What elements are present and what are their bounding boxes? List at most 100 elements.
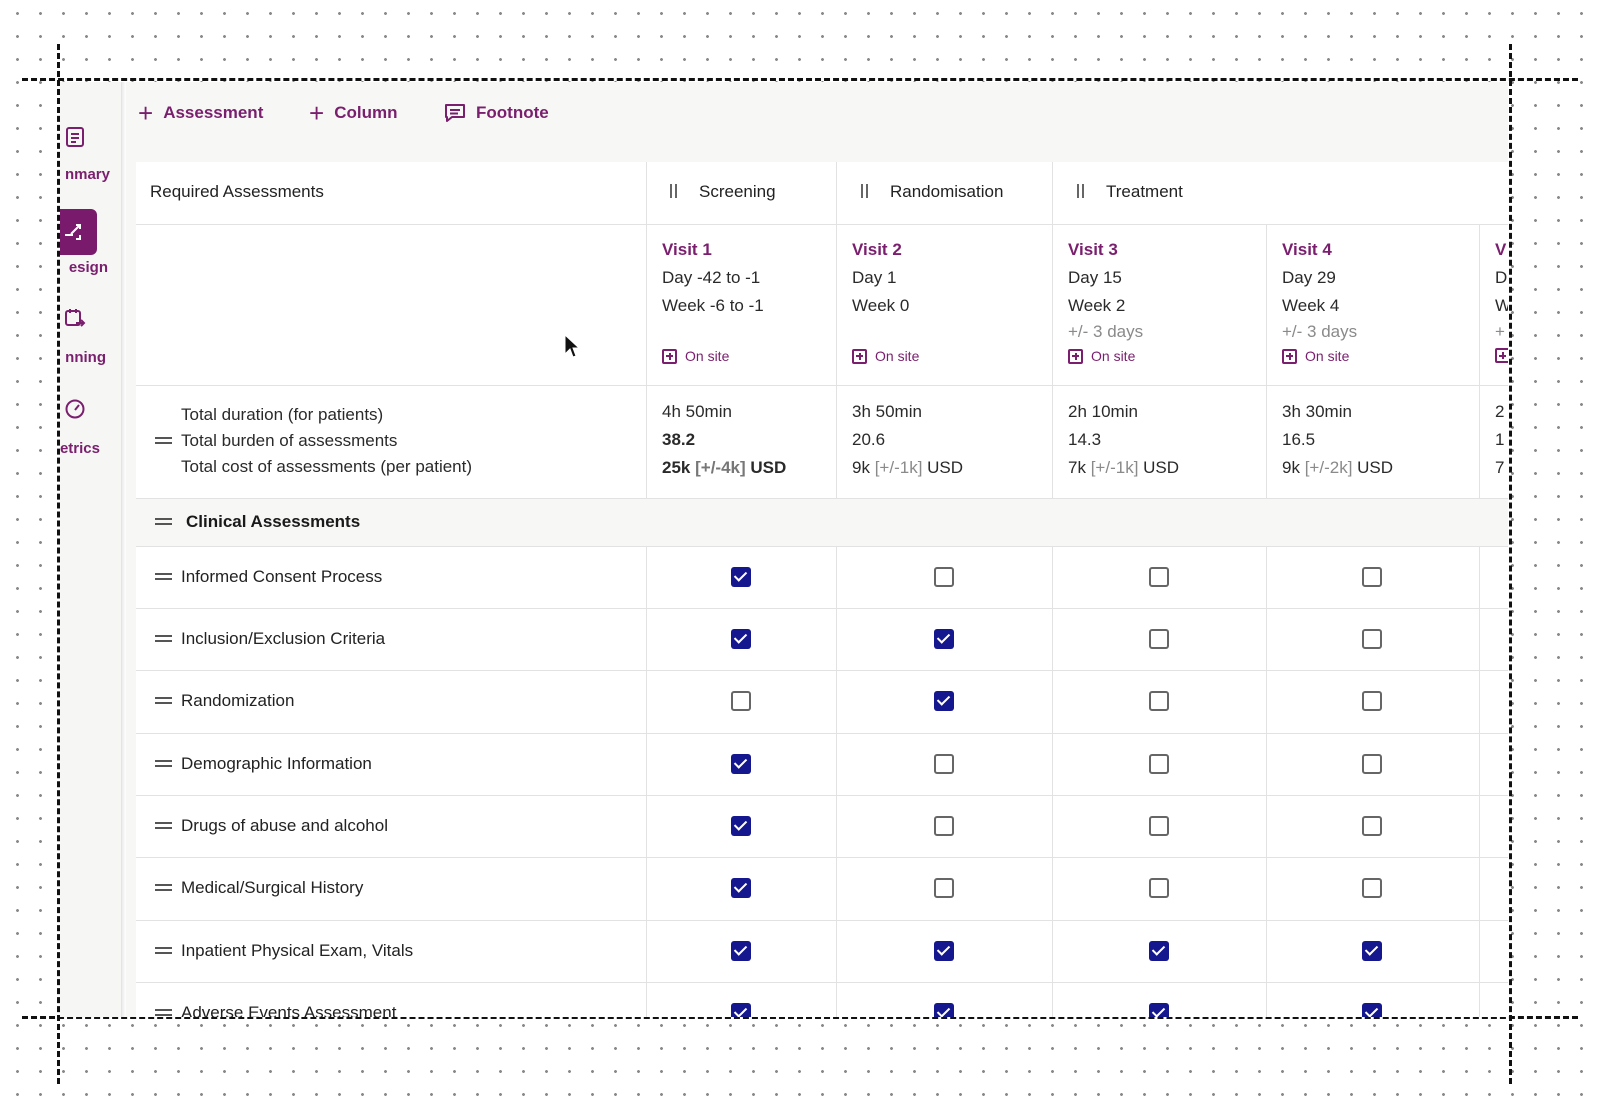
visit-header-1[interactable]: Visit 1 Day -42 to -1 Week -6 to -1 On s… xyxy=(662,236,764,364)
nav-item-planning-label: nning xyxy=(65,349,106,366)
frame-right-edge xyxy=(1509,44,1512,1084)
divider xyxy=(646,162,647,498)
visit-week: W xyxy=(1495,296,1508,315)
divider xyxy=(136,385,1508,386)
checkbox-checked[interactable] xyxy=(731,816,751,836)
visit-location[interactable]: On site xyxy=(1282,348,1357,364)
app-viewport: nmary esign nning etrics + Assessment + … xyxy=(60,82,1508,1017)
checkbox-checked[interactable] xyxy=(731,1003,751,1017)
checkbox-checked[interactable] xyxy=(731,629,751,649)
divider xyxy=(836,546,837,1017)
visit-location[interactable]: On site xyxy=(1068,348,1143,364)
checkbox-checked[interactable] xyxy=(731,567,751,587)
total-cost: 7 xyxy=(1495,458,1505,477)
checkbox-checked[interactable] xyxy=(1149,941,1169,961)
checkbox-unchecked[interactable] xyxy=(1362,567,1382,587)
drag-handle-icon[interactable] xyxy=(155,518,172,525)
checkbox-unchecked[interactable] xyxy=(934,816,954,836)
add-assessment-button[interactable]: + Assessment xyxy=(138,100,263,126)
checkbox-unchecked[interactable] xyxy=(934,754,954,774)
plus-square-icon xyxy=(1068,348,1083,364)
drag-handle-icon[interactable] xyxy=(155,947,172,954)
total-burden: 14.3 xyxy=(1068,430,1102,449)
checkbox-unchecked[interactable] xyxy=(731,691,751,711)
divider xyxy=(136,982,1508,983)
checkbox-unchecked[interactable] xyxy=(1149,691,1169,711)
visit-tolerance xyxy=(852,320,919,344)
checkbox-unchecked[interactable] xyxy=(934,878,954,898)
visit-week: Week 2 xyxy=(1068,296,1126,315)
visit-header-3[interactable]: Visit 3 Day 15 Week 2 +/- 3 days On site xyxy=(1068,236,1143,364)
section-clinical-assessments: Clinical Assessments xyxy=(186,512,361,531)
divider xyxy=(136,546,1508,547)
checkbox-unchecked[interactable] xyxy=(1149,754,1169,774)
checkbox-checked[interactable] xyxy=(934,629,954,649)
checkbox-checked[interactable] xyxy=(934,941,954,961)
visit-location[interactable]: On site xyxy=(662,348,764,364)
phase-header-randomisation[interactable]: Randomisation xyxy=(861,182,1003,202)
assessment-label: Inpatient Physical Exam, Vitals xyxy=(181,941,414,960)
checkbox-unchecked[interactable] xyxy=(934,567,954,587)
assessment-label: Medical/Surgical History xyxy=(181,878,364,897)
add-footnote-button[interactable]: Footnote xyxy=(444,100,549,126)
divider xyxy=(646,546,647,1017)
checkbox-checked[interactable] xyxy=(1362,1003,1382,1017)
divider xyxy=(136,608,1508,609)
checkbox-checked[interactable] xyxy=(731,941,751,961)
visit-header-2[interactable]: Visit 2 Day 1 Week 0 On site xyxy=(852,236,919,364)
add-footnote-label: Footnote xyxy=(476,103,549,122)
checkbox-unchecked[interactable] xyxy=(1362,754,1382,774)
checkbox-unchecked[interactable] xyxy=(1149,629,1169,649)
drag-handle-icon[interactable] xyxy=(155,573,172,580)
drag-handle-icon[interactable] xyxy=(861,184,868,198)
total-duration: 3h 50min xyxy=(852,402,922,421)
mouse-cursor-icon xyxy=(564,334,580,358)
visit-tolerance: +/- 3 days xyxy=(1068,322,1144,341)
assessment-label: Adverse Events Assessment xyxy=(181,1003,397,1017)
drag-handle-icon[interactable] xyxy=(155,822,172,829)
checkbox-checked[interactable] xyxy=(934,691,954,711)
checkbox-checked[interactable] xyxy=(731,754,751,774)
drag-handle-icon[interactable] xyxy=(155,760,172,767)
checkbox-checked[interactable] xyxy=(731,878,751,898)
visit-title: Visit 4 xyxy=(1282,240,1332,259)
checkbox-unchecked[interactable] xyxy=(1149,816,1169,836)
add-assessment-label: Assessment xyxy=(163,103,264,122)
visit-header-5[interactable]: V D W + xyxy=(1495,236,1508,363)
drag-handle-icon[interactable] xyxy=(155,884,172,891)
add-column-button[interactable]: + Column xyxy=(309,100,397,126)
visit-location-label: On site xyxy=(875,348,920,364)
visit-tolerance xyxy=(662,320,764,344)
drag-handle-icon[interactable] xyxy=(155,437,172,444)
divider xyxy=(836,162,837,498)
checkbox-checked[interactable] xyxy=(1362,941,1382,961)
checkbox-unchecked[interactable] xyxy=(1149,567,1169,587)
drag-handle-icon[interactable] xyxy=(670,184,677,198)
divider xyxy=(136,920,1508,921)
drag-handle-icon[interactable] xyxy=(1077,184,1084,198)
plus-icon: + xyxy=(138,98,154,128)
checkbox-unchecked[interactable] xyxy=(1362,816,1382,836)
total-cost: 25k [+/-4k] USD xyxy=(662,458,787,477)
checkbox-checked[interactable] xyxy=(1149,1003,1169,1017)
phase-header-screening[interactable]: Screening xyxy=(670,182,776,202)
divider xyxy=(136,857,1508,858)
visit-week: Week -6 to -1 xyxy=(662,296,764,315)
drag-handle-icon[interactable] xyxy=(155,1009,172,1016)
visit-location[interactable] xyxy=(1495,348,1508,363)
toolbar: + Assessment + Column Footnote xyxy=(126,82,1508,162)
checkbox-unchecked[interactable] xyxy=(1149,878,1169,898)
drag-handle-icon[interactable] xyxy=(155,697,172,704)
assessment-label: Randomization xyxy=(181,691,295,710)
checkbox-unchecked[interactable] xyxy=(1362,629,1382,649)
phase-label: Screening xyxy=(699,182,776,201)
checkbox-unchecked[interactable] xyxy=(1362,878,1382,898)
visit-day: Day -42 to -1 xyxy=(662,268,761,287)
visit-header-4[interactable]: Visit 4 Day 29 Week 4 +/- 3 days On site xyxy=(1282,236,1357,364)
visit-week: Week 4 xyxy=(1282,296,1340,315)
drag-handle-icon[interactable] xyxy=(155,635,172,642)
checkbox-checked[interactable] xyxy=(934,1003,954,1017)
phase-header-treatment[interactable]: Treatment xyxy=(1077,182,1183,202)
checkbox-unchecked[interactable] xyxy=(1362,691,1382,711)
visit-location[interactable]: On site xyxy=(852,348,919,364)
